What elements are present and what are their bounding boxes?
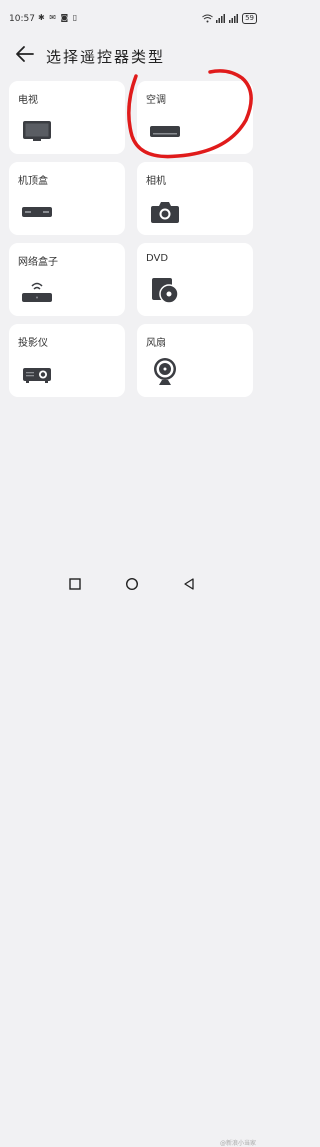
signal-icon bbox=[216, 14, 226, 23]
air-conditioner-icon bbox=[150, 126, 180, 137]
navigation-bar: @新浪小当家 bbox=[0, 560, 264, 1147]
device-label: 相机 bbox=[146, 176, 166, 187]
device-card-ac[interactable]: 空调 bbox=[137, 81, 253, 154]
page-title: 选择遥控器类型 bbox=[46, 48, 166, 66]
device-card-dvd[interactable]: DVD bbox=[137, 243, 253, 316]
device-card-camera[interactable]: 相机 bbox=[137, 162, 253, 235]
set-top-box-icon bbox=[22, 207, 52, 217]
device-card-network-box[interactable]: 网络盒子 bbox=[9, 243, 125, 316]
dvd-icon bbox=[152, 278, 179, 304]
watermark: @新浪小当家 bbox=[219, 1140, 256, 1147]
signal-icon-2 bbox=[229, 14, 239, 23]
back-nav-icon[interactable] bbox=[182, 577, 196, 591]
device-label: DVD bbox=[146, 253, 169, 264]
status-bar: 10:57 ✱ ✉ ◙ ▯ 59 bbox=[0, 0, 264, 28]
device-card-fan[interactable]: 风扇 bbox=[137, 324, 253, 397]
device-label: 空调 bbox=[146, 95, 166, 106]
fan-icon bbox=[154, 358, 176, 385]
device-label: 电视 bbox=[18, 95, 38, 106]
recent-apps-icon[interactable] bbox=[68, 577, 82, 591]
camera-icon bbox=[151, 202, 179, 223]
device-card-projector[interactable]: 投影仪 bbox=[9, 324, 125, 397]
device-label: 机顶盒 bbox=[18, 176, 48, 187]
status-right-icons: 59 bbox=[202, 13, 257, 24]
device-card-settop[interactable]: 机顶盒 bbox=[9, 162, 125, 235]
back-arrow-icon[interactable] bbox=[13, 42, 37, 66]
wifi-icon bbox=[202, 14, 213, 23]
projector-icon bbox=[23, 368, 51, 383]
battery-indicator: 59 bbox=[242, 13, 257, 24]
device-label: 投影仪 bbox=[18, 338, 48, 349]
device-label: 风扇 bbox=[146, 338, 166, 349]
notification-icons: ✱ ✉ ◙ ▯ bbox=[38, 13, 79, 22]
device-card-tv[interactable]: 电视 bbox=[9, 81, 125, 154]
device-label: 网络盒子 bbox=[18, 257, 58, 268]
network-box-icon bbox=[22, 282, 52, 302]
tv-icon bbox=[23, 121, 51, 141]
header: 选择遥控器类型 bbox=[0, 34, 264, 74]
status-time: 10:57 bbox=[9, 14, 35, 24]
home-icon[interactable] bbox=[125, 577, 139, 591]
